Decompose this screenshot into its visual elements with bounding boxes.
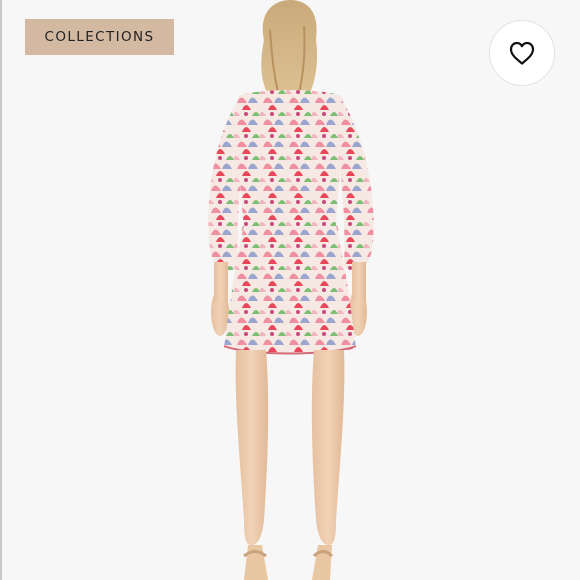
like-button[interactable] [489,20,555,86]
heart-outline-icon [509,41,535,65]
collections-label: COLLECTIONS [44,29,155,45]
collections-badge[interactable]: COLLECTIONS [25,19,174,55]
product-photo [208,0,374,580]
